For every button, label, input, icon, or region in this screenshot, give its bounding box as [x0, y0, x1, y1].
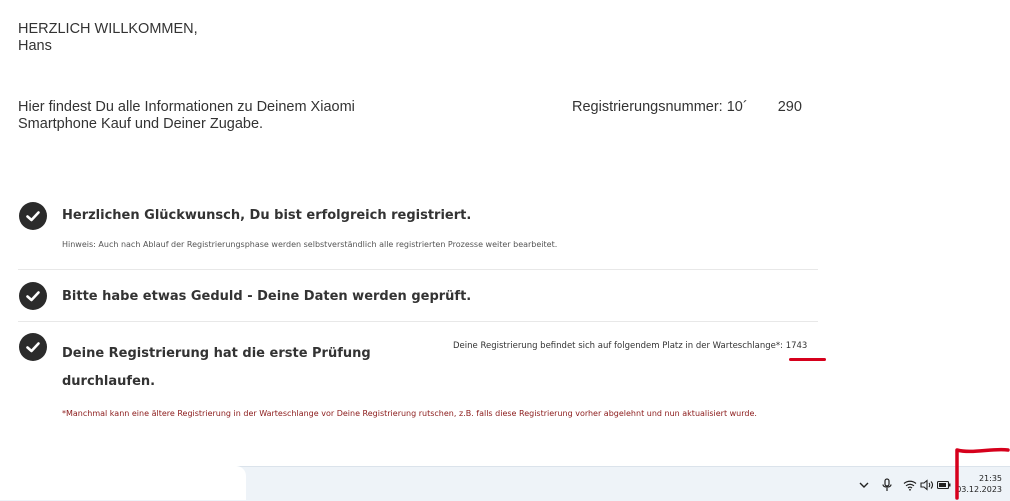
- info-line-1: Hier findest Du alle Informationen zu De…: [18, 99, 355, 115]
- check-circle-icon: [19, 333, 47, 361]
- speaker-icon[interactable]: [920, 478, 934, 492]
- divider: [18, 321, 818, 322]
- queue-position: 1743: [785, 341, 808, 351]
- battery-icon[interactable]: [937, 478, 951, 492]
- welcome-title: HERZLICH WILLKOMMEN,: [18, 21, 198, 37]
- step-first-check-title: Deine Registrierung hat die erste Prüfun…: [62, 340, 371, 396]
- registration-label: Registrierungsnummer: 10´: [572, 99, 748, 115]
- check-circle-icon: [19, 282, 47, 310]
- check-circle-icon: [19, 202, 47, 230]
- queue-position-text: Deine Registrierung befindet sich auf fo…: [453, 341, 807, 351]
- step-first-check-line-2: durchlaufen.: [62, 374, 156, 389]
- info-line-2: Smartphone Kauf und Deiner Zugabe.: [18, 116, 264, 132]
- step-registered-hint: Hinweis: Auch nach Ablauf der Registrier…: [62, 240, 558, 249]
- registration-number: Registrierungsnummer: 10´ 290: [572, 99, 802, 116]
- info-text: Hier findest Du alle Informationen zu De…: [18, 99, 418, 133]
- registration-suffix: 290: [777, 99, 802, 115]
- step-first-check-line-1: Deine Registrierung hat die erste Prüfun…: [62, 346, 371, 361]
- queue-footnote: *Manchmal kann eine ältere Registrierung…: [62, 409, 757, 418]
- annotation-underline: [789, 358, 826, 361]
- wifi-icon[interactable]: [903, 478, 917, 492]
- divider: [18, 269, 818, 270]
- annotation-marker: [955, 447, 1010, 500]
- user-name: Hans: [18, 38, 52, 54]
- microphone-icon[interactable]: [880, 478, 894, 492]
- taskbar-left-area: [0, 466, 246, 500]
- queue-label: Deine Registrierung befindet sich auf fo…: [453, 341, 786, 351]
- welcome-greeting: HERZLICH WILLKOMMEN, Hans: [18, 21, 198, 55]
- chevron-up-icon[interactable]: [857, 478, 871, 492]
- step-review-title: Bitte habe etwas Geduld - Deine Daten we…: [62, 289, 472, 304]
- step-registered-title: Herzlichen Glückwunsch, Du bist erfolgre…: [62, 208, 472, 223]
